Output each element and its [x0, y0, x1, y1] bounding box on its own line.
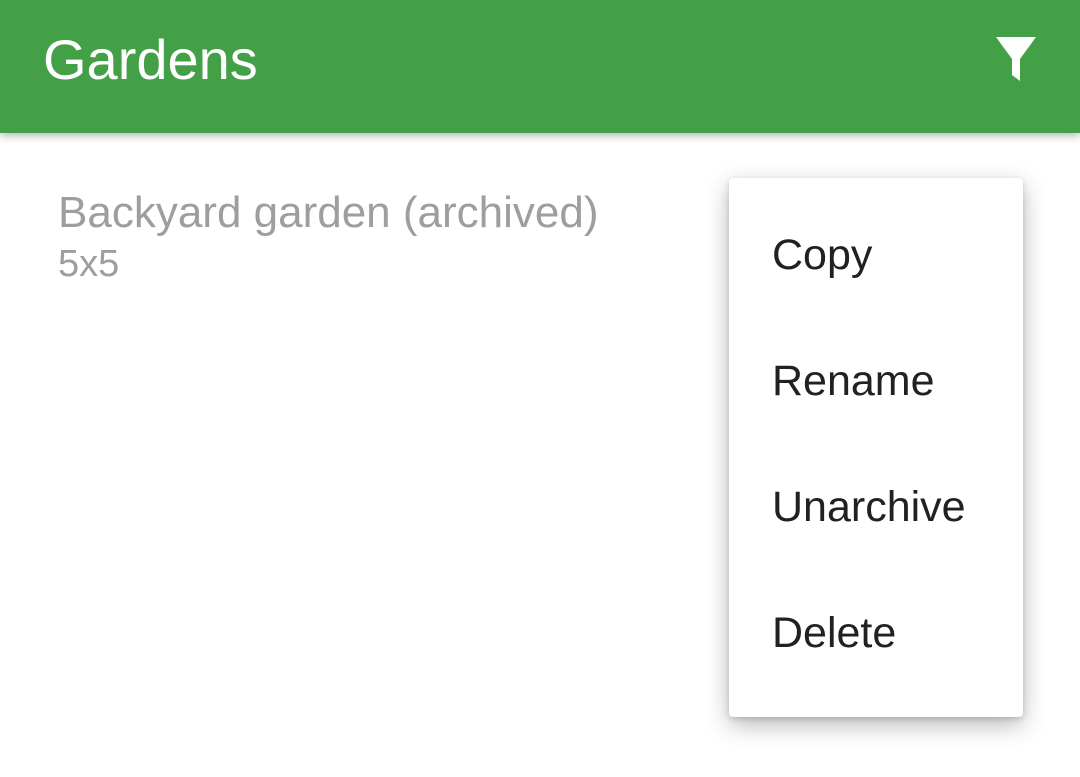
filter-icon	[994, 35, 1038, 85]
menu-item-label: Delete	[772, 609, 897, 657]
menu-item-label: Unarchive	[772, 483, 966, 531]
toolbar-title: Gardens	[43, 28, 258, 91]
app-toolbar: Gardens	[0, 0, 1080, 133]
app-screen: Gardens Backyard garden (archived) 5x5 C…	[0, 0, 1080, 777]
menu-item-copy[interactable]: Copy	[729, 192, 1023, 318]
menu-item-unarchive[interactable]: Unarchive	[729, 444, 1023, 570]
filter-button[interactable]	[980, 20, 1052, 100]
menu-item-label: Rename	[772, 357, 935, 405]
menu-item-rename[interactable]: Rename	[729, 318, 1023, 444]
garden-context-menu: Copy Rename Unarchive Delete	[729, 178, 1023, 717]
menu-item-label: Copy	[772, 231, 873, 279]
garden-size: 5x5	[58, 243, 120, 285]
garden-title: Backyard garden (archived)	[58, 188, 599, 237]
menu-item-delete[interactable]: Delete	[729, 570, 1023, 696]
